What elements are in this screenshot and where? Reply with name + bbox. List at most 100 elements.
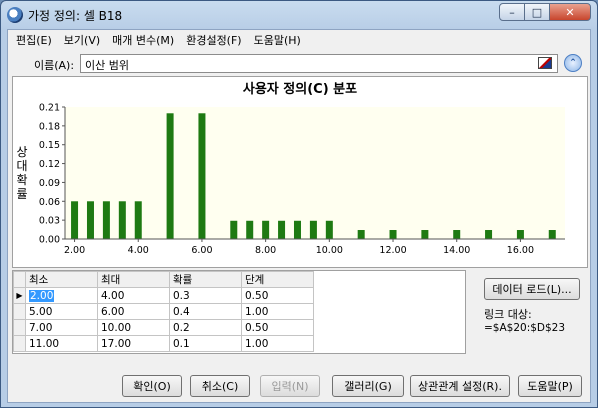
- table-cell[interactable]: 17.00: [97, 335, 170, 352]
- collapse-chevron-icon[interactable]: ⌃: [564, 54, 582, 72]
- table-cell[interactable]: 11.00: [25, 335, 98, 352]
- y-tick-label: 0.21: [39, 103, 60, 114]
- parameter-table-area: 최소 최대 확률 단계 ▶ 2.00 4.00 0.3 0.50 5.00 6.…: [12, 270, 466, 354]
- x-tick-label: 6.00: [191, 245, 212, 256]
- table-cell[interactable]: 0.50: [241, 319, 314, 336]
- bar: [86, 201, 94, 239]
- table-row: 5.00 6.00 0.4 1.00: [13, 303, 314, 320]
- link-title: 링크 대상:: [484, 308, 532, 321]
- y-tick-label: 0.12: [39, 159, 60, 170]
- maximize-button[interactable]: □: [524, 3, 550, 21]
- table-cell[interactable]: 10.00: [97, 319, 170, 336]
- bar: [516, 230, 524, 239]
- bar: [293, 220, 301, 239]
- table-cell[interactable]: 2.00: [25, 287, 98, 304]
- close-button[interactable]: ✕: [549, 3, 591, 21]
- bar: [118, 201, 126, 239]
- link-value: =$A$20:$D$23: [484, 322, 566, 334]
- dialog-client: 편집(E) 보기(V) 매개 변수(M) 환경설정(F) 도움말(H) 이름(A…: [7, 29, 591, 403]
- table-row: ▶ 2.00 4.00 0.3 0.50: [13, 287, 314, 304]
- bar: [102, 201, 110, 239]
- chart-svg: 0.21 0.18 0.15 0.12 0.09 0.06 0.03 0.00 2.00 4.00…: [39, 103, 565, 256]
- enter-button[interactable]: 입력(N): [260, 375, 320, 397]
- table-row: 11.00 17.00 0.1 1.00: [13, 335, 314, 352]
- x-tick-label: 12.00: [379, 245, 406, 256]
- x-tick-label: 2.00: [64, 245, 85, 256]
- table-row: 7.00 10.00 0.2 0.50: [13, 319, 314, 336]
- bar: [198, 113, 206, 239]
- row-indicator: [13, 303, 26, 320]
- title-bar[interactable]: 가정 정의: 셀 B18 – □ ✕: [1, 1, 597, 29]
- bar: [230, 220, 238, 239]
- bar: [166, 113, 174, 239]
- window-title: 가정 정의: 셀 B18: [28, 9, 123, 23]
- bar: [325, 220, 333, 239]
- row-indicator: [13, 335, 26, 352]
- load-data-button[interactable]: 데이터 로드(L)...: [484, 278, 580, 300]
- current-row-arrow-icon: ▶: [13, 287, 26, 304]
- col-header-step: 단계: [241, 271, 314, 288]
- ok-button[interactable]: 확인(O): [122, 375, 182, 397]
- col-header-max: 최대: [97, 271, 170, 288]
- app-icon: [7, 7, 23, 23]
- name-input[interactable]: 이산 범위: [80, 54, 558, 73]
- y-tick-label: 0.06: [39, 197, 60, 208]
- x-tick-label: 8.00: [255, 245, 276, 256]
- bar: [71, 201, 79, 239]
- x-tick-label: 10.00: [316, 245, 343, 256]
- bar: [246, 220, 254, 239]
- table-cell[interactable]: 1.00: [241, 335, 314, 352]
- y-tick-label: 0.18: [39, 121, 60, 132]
- bar: [453, 230, 461, 239]
- maximize-icon: □: [531, 5, 543, 19]
- col-header-prob: 확률: [169, 271, 242, 288]
- col-header-min: 최소: [25, 271, 98, 288]
- table-cell[interactable]: 0.2: [169, 319, 242, 336]
- menu-preferences[interactable]: 환경설정(F): [180, 32, 247, 48]
- table-cell[interactable]: 0.50: [241, 287, 314, 304]
- y-tick-label: 0.03: [39, 216, 60, 227]
- menu-bar: 편집(E) 보기(V) 매개 변수(M) 환경설정(F) 도움말(H): [8, 30, 590, 50]
- bar: [309, 220, 317, 239]
- chart-y-label: 상대 확률: [16, 145, 28, 201]
- bar: [421, 230, 429, 239]
- menu-help[interactable]: 도움말(H): [248, 32, 307, 48]
- y-tick-label: 0.09: [39, 178, 60, 189]
- table-cell[interactable]: 0.4: [169, 303, 242, 320]
- table-cell[interactable]: 0.1: [169, 335, 242, 352]
- bar: [278, 220, 286, 239]
- x-tick-label: 14.00: [443, 245, 470, 256]
- bar: [548, 230, 556, 239]
- minimize-button[interactable]: –: [499, 3, 525, 21]
- table-cell[interactable]: 5.00: [25, 303, 98, 320]
- menu-edit[interactable]: 편집(E): [10, 32, 58, 48]
- gallery-button[interactable]: 갤러리(G): [332, 375, 404, 397]
- parameter-table: 최소 최대 확률 단계 ▶ 2.00 4.00 0.3 0.50 5.00 6.…: [13, 271, 314, 352]
- x-tick-label: 16.00: [507, 245, 534, 256]
- close-icon: ✕: [565, 5, 575, 19]
- correlate-button[interactable]: 상관관계 설정(R).: [410, 375, 510, 397]
- distribution-chart: 0.21 0.18 0.15 0.12 0.09 0.06 0.03 0.00 2.00 4.00…: [12, 76, 588, 268]
- table-cell[interactable]: 0.3: [169, 287, 242, 304]
- dialog-window: 가정 정의: 셀 B18 – □ ✕ 편집(E) 보기(V) 매개 변수(M) …: [0, 0, 598, 408]
- minimize-icon: –: [509, 5, 515, 19]
- table-cell[interactable]: 1.00: [241, 303, 314, 320]
- row-indicator-header: [13, 271, 26, 288]
- table-cell[interactable]: 4.00: [97, 287, 170, 304]
- cancel-button[interactable]: 취소(C): [190, 375, 250, 397]
- table-cell[interactable]: 6.00: [97, 303, 170, 320]
- bar: [357, 230, 365, 239]
- bar: [134, 201, 142, 239]
- table-cell[interactable]: 7.00: [25, 319, 98, 336]
- x-tick-label: 4.00: [128, 245, 149, 256]
- name-label: 이름(A):: [34, 59, 75, 72]
- y-tick-label: 0.00: [39, 235, 60, 246]
- bar: [485, 230, 493, 239]
- help-button[interactable]: 도움말(P): [518, 375, 582, 397]
- row-indicator: [13, 319, 26, 336]
- cell-reference-icon[interactable]: [538, 57, 552, 69]
- bar: [262, 220, 270, 239]
- name-row: 이름(A): 이산 범위 ⌃: [8, 54, 590, 74]
- menu-view[interactable]: 보기(V): [58, 32, 106, 48]
- menu-parameters[interactable]: 매개 변수(M): [106, 32, 180, 48]
